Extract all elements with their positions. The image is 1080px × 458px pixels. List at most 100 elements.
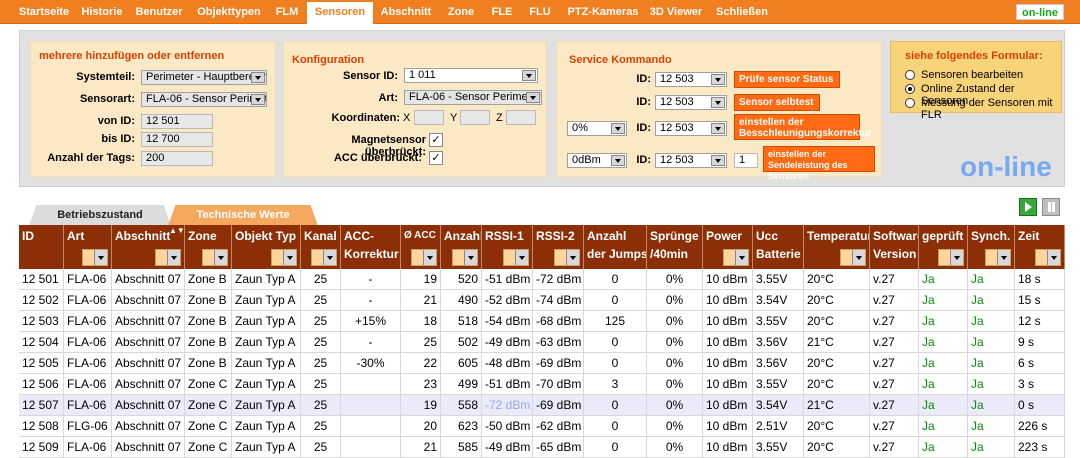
art-select[interactable]: FLA-06 - Sensor Perimeter [404, 90, 542, 105]
power-id-select[interactable]: 12 503 [655, 153, 727, 168]
magnet-bypass-checkbox[interactable]: ✓ [429, 133, 443, 147]
table-cell: FLA-06 [64, 437, 112, 458]
pause-icon[interactable] [1042, 198, 1060, 216]
table-cell: FLA-06 [64, 269, 112, 290]
bulk-add-remove-box: mehrere hinzufügen oder entfernen System… [30, 41, 276, 177]
table-cell: 520 [441, 269, 482, 290]
column-filter[interactable] [554, 249, 580, 266]
nav-item-10[interactable]: PTZ-Kameras [563, 4, 643, 21]
bis-id-input[interactable]: 12 700 [141, 132, 213, 147]
von-id-input[interactable]: 12 501 [141, 114, 213, 129]
sensor-id-select[interactable]: 1 011 [404, 68, 538, 83]
column-filter[interactable] [1035, 249, 1061, 266]
nav-item-1[interactable]: Historie [76, 4, 128, 21]
column-filter[interactable] [82, 249, 108, 266]
transmit-power-button[interactable]: einstellen der Sendeleistung des Sensore… [763, 146, 875, 181]
chevron-down-icon [611, 155, 625, 166]
column-filter[interactable] [155, 249, 181, 266]
nav-item-2[interactable]: Benutzer [133, 4, 185, 21]
table-cell [341, 416, 401, 437]
y-input[interactable] [460, 110, 490, 125]
acc-id-value: 12 503 [660, 122, 694, 134]
table-cell: 0% [647, 311, 703, 332]
col-header-14[interactable]: Ucc Batterie [753, 225, 804, 269]
nav-item-5[interactable]: Sensoren [307, 2, 373, 24]
col-header-0[interactable]: ID [19, 225, 64, 269]
sort-icon[interactable]: ▲▼ [169, 227, 184, 235]
table-cell: 25 [301, 311, 341, 332]
play-icon[interactable] [1019, 198, 1037, 216]
chevron-down-icon [464, 250, 477, 265]
nav-item-12[interactable]: Schließen [712, 4, 772, 21]
power-id-value: 12 503 [660, 154, 694, 166]
column-filter[interactable] [840, 249, 866, 266]
acc-correction-button[interactable]: einstellen der Besschleunigungskorrektur [734, 114, 872, 140]
col-header-16[interactable]: Software Version [870, 225, 919, 269]
nav-item-4[interactable]: FLM [274, 4, 300, 21]
selftest-button[interactable]: Sensor selbtest [734, 94, 820, 111]
x-input[interactable] [414, 110, 444, 125]
nav-item-7[interactable]: Zone [444, 4, 478, 21]
column-filter[interactable] [985, 249, 1011, 266]
column-filter[interactable] [271, 249, 297, 266]
power-dbm-select[interactable]: 0dBm [567, 153, 627, 168]
id-label: ID: [636, 154, 651, 166]
column-filter[interactable] [202, 249, 228, 266]
table-cell: -63 dBm [533, 332, 584, 353]
column-filter[interactable] [311, 249, 337, 266]
radio-flr-measure[interactable] [905, 98, 915, 108]
nav-item-3[interactable]: Objekttypen [195, 4, 263, 21]
table-row[interactable]: 12 502 FLA-06 Abschnitt 07 Zone B Zaun Typ A… [19, 290, 1065, 311]
table-row[interactable]: 12 505 FLA-06 Abschnitt 07 Zone B Zaun Typ A… [19, 353, 1065, 374]
table-cell: Zaun Typ A [232, 353, 301, 374]
z-input[interactable] [506, 110, 536, 125]
table-cell: 0% [647, 353, 703, 374]
table-row[interactable]: 12 508 FLG-06 Abschnitt 07 Zone C Zaun Typ A… [19, 416, 1065, 437]
col-header-12[interactable]: Sprünge/40min [647, 225, 703, 269]
table-cell: 125 [584, 311, 647, 332]
col-header-11[interactable]: Anzahl der Jumps [584, 225, 647, 269]
power-count-input[interactable]: 1 [734, 153, 758, 168]
online-status-button[interactable]: on-line [1016, 4, 1064, 20]
acc-id-select[interactable]: 12 503 [655, 121, 727, 136]
systemteil-select[interactable]: Perimeter - Hauptbereich [141, 70, 267, 85]
coordinates-label: Koordinaten: [331, 112, 400, 124]
nav-item-0[interactable]: Startseite [18, 4, 70, 21]
table-cell: FLA-06 [64, 395, 112, 416]
radio-online-state[interactable] [905, 84, 915, 94]
nav-item-11[interactable]: 3D Viewer [648, 4, 704, 21]
table-row[interactable]: 12 507 FLA-06 Abschnitt 07 Zone C Zaun Typ A… [19, 395, 1065, 416]
nav-item-8[interactable]: FLE [487, 4, 517, 21]
status-id-select[interactable]: 12 503 [655, 72, 727, 87]
col-header-6[interactable]: ACC- Korrektur [341, 225, 401, 269]
table-row[interactable]: 12 501 FLA-06 Abschnitt 07 Zone B Zaun Typ A… [19, 269, 1065, 290]
sensorart-select[interactable]: FLA-06 - Sensor Perimeter [141, 92, 267, 107]
nav-item-6[interactable]: Abschnitt [376, 4, 436, 21]
form-select-box: siehe folgendes Formular: Sensoren bearb… [890, 41, 1062, 121]
tab-operating-state[interactable]: Betriebszustand [29, 205, 171, 226]
table-row[interactable]: 12 503 FLA-06 Abschnitt 07 Zone B Zaun Typ A… [19, 311, 1065, 332]
tags-input[interactable]: 200 [141, 151, 213, 166]
table-cell: Ja [919, 269, 968, 290]
column-filter[interactable] [503, 249, 529, 266]
col-label-line2: Version [873, 247, 917, 261]
column-filter[interactable] [723, 249, 749, 266]
column-filter[interactable] [452, 249, 478, 266]
acc-percent-select[interactable]: 0% [567, 121, 627, 136]
table-cell: 558 [441, 395, 482, 416]
nav-item-9[interactable]: FLU [523, 4, 557, 21]
col-label: ACC- [344, 229, 374, 243]
table-row[interactable]: 12 506 FLA-06 Abschnitt 07 Zone C Zaun Typ A… [19, 374, 1065, 395]
table-row[interactable]: 12 509 FLA-06 Abschnitt 07 Zone C Zaun Typ A… [19, 437, 1065, 458]
table-cell: 20°C [804, 269, 870, 290]
check-status-button[interactable]: Prüfe sensor Status [734, 71, 840, 88]
column-filter[interactable] [411, 249, 437, 266]
radio-edit-sensors[interactable] [905, 70, 915, 80]
acc-bypass-checkbox[interactable]: ✓ [429, 151, 443, 165]
table-row[interactable]: 12 504 FLA-06 Abschnitt 07 Zone B Zaun Typ A… [19, 332, 1065, 353]
selftest-id-select[interactable]: 12 503 [655, 95, 727, 110]
table-cell: -69 dBm [533, 353, 584, 374]
column-filter[interactable] [938, 249, 964, 266]
table-cell: Ja [919, 353, 968, 374]
tab-technical-values[interactable]: Technische Werte [168, 205, 318, 226]
